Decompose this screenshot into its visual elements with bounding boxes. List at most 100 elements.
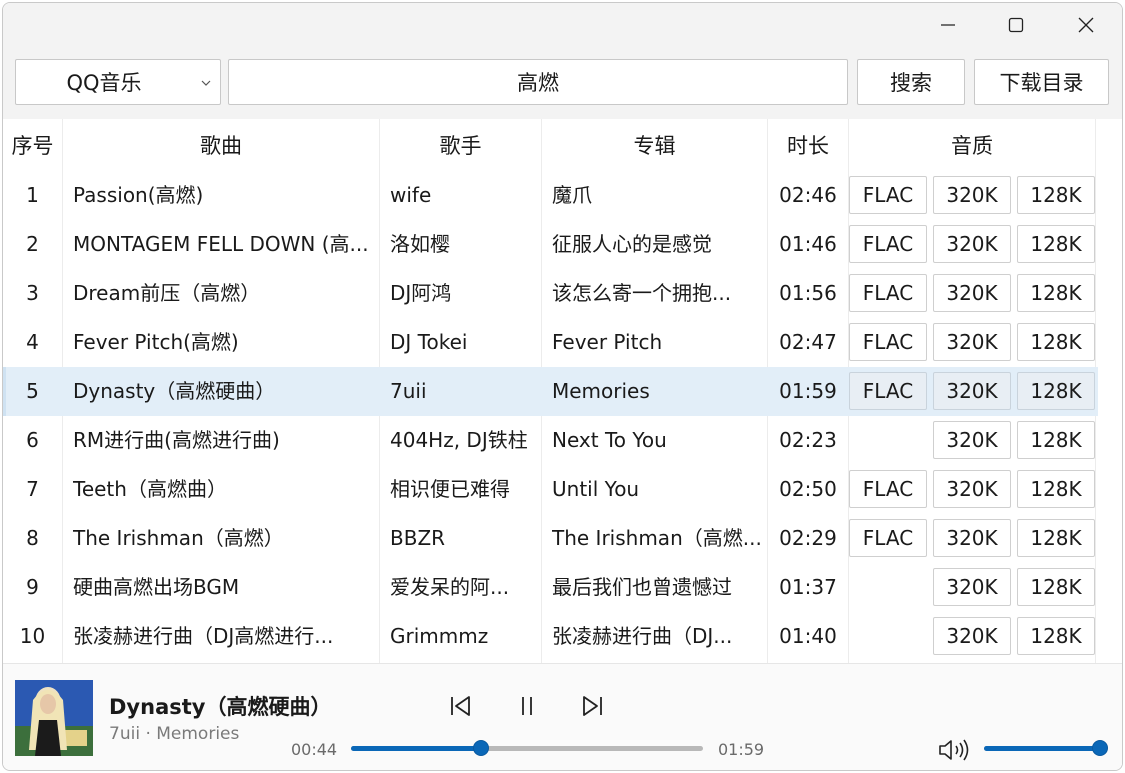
320k-download-button[interactable]: 320K	[933, 225, 1011, 263]
cell-artist: DJ阿鸿	[390, 281, 452, 305]
cell-duration: 01:40	[779, 624, 837, 648]
cell-artist: wife	[390, 183, 432, 207]
cell-artist: BBZR	[390, 526, 446, 550]
table-row[interactable]: 9 硬曲高燃出场BGM 爱发呆的阿... 最后我们也曾遗憾过 01:37 320K 128K	[3, 563, 1098, 612]
table-row[interactable]: 8 The Irishman（高燃） BBZR The Irishman（高燃... 0…	[3, 514, 1098, 563]
cell-album: The Irishman（高燃...	[552, 526, 762, 550]
128k-download-button[interactable]: 128K	[1017, 568, 1095, 606]
flac-download-button[interactable]: FLAC	[849, 176, 927, 214]
header-song[interactable]: 歌曲	[63, 119, 379, 171]
skip-next-icon[interactable]	[580, 694, 604, 718]
progress-slider[interactable]	[351, 741, 703, 755]
flac-download-button[interactable]: FLAC	[849, 519, 927, 557]
table-row[interactable]: 2 MONTAGEM FELL DOWN (高... 洛如樱 征服人心的是感觉 01:4…	[3, 220, 1098, 269]
cell-song: The Irishman（高燃）	[73, 526, 284, 550]
cell-song: MONTAGEM FELL DOWN (高...	[73, 232, 369, 256]
total-time: 01:59	[718, 740, 765, 759]
volume-slider[interactable]	[984, 741, 1107, 755]
128k-download-button[interactable]: 128K	[1017, 176, 1095, 214]
now-playing-title: Dynasty（高燃硬曲）	[109, 695, 332, 719]
320k-download-button[interactable]: 320K	[933, 470, 1011, 508]
cell-song: Dynasty（高燃硬曲）	[73, 379, 276, 403]
header-artist[interactable]: 歌手	[380, 119, 541, 171]
cell-index: 1	[26, 183, 39, 207]
table-row[interactable]: 10 张凌赫进行曲（DJ高燃进行... Grimmmz 张凌赫进行曲（DJ... 01:…	[3, 612, 1098, 661]
128k-download-button[interactable]: 128K	[1017, 323, 1095, 361]
128k-download-button[interactable]: 128K	[1017, 617, 1095, 655]
128k-download-button[interactable]: 128K	[1017, 519, 1095, 557]
table-row[interactable]: 5 Dynasty（高燃硬曲） 7uii Memories 01:59 FLAC 320K 1…	[3, 367, 1098, 416]
cell-duration: 01:56	[779, 281, 837, 305]
cell-artist: 爱发呆的阿...	[390, 575, 510, 599]
cell-duration: 02:23	[779, 428, 837, 452]
minimize-button[interactable]	[925, 3, 971, 47]
close-button[interactable]	[1063, 3, 1109, 47]
table-row[interactable]: 6 RM进行曲(高燃进行曲) 404Hz, DJ铁柱 Next To You 02:23…	[3, 416, 1098, 465]
cell-artist: DJ Tokei	[390, 330, 468, 354]
minimize-icon	[941, 24, 955, 26]
128k-download-button[interactable]: 128K	[1017, 225, 1095, 263]
cell-song: 张凌赫进行曲（DJ高燃进行...	[73, 624, 334, 648]
source-select-value: QQ音乐	[66, 71, 142, 95]
header-quality[interactable]: 音质	[849, 119, 1095, 171]
download-dir-button[interactable]: 下载目录	[974, 59, 1109, 105]
flac-download-button[interactable]: FLAC	[849, 323, 927, 361]
now-playing-subtitle: 7uii · Memories	[109, 724, 240, 744]
flac-download-button[interactable]: FLAC	[849, 274, 927, 312]
elapsed-time: 00:44	[291, 740, 338, 759]
cell-song: Teeth（高燃曲）	[73, 477, 227, 501]
320k-download-button[interactable]: 320K	[933, 372, 1011, 410]
cell-index: 5	[26, 379, 39, 403]
cell-album: 魔爪	[552, 183, 592, 207]
album-cover[interactable]	[15, 680, 93, 756]
table-row[interactable]: 7 Teeth（高燃曲） 相识便已难得 Until You 02:50 FLAC 320K 1…	[3, 465, 1098, 514]
cell-index: 10	[19, 624, 46, 648]
cell-album: Fever Pitch	[552, 330, 663, 354]
table-row[interactable]: 3 Dream前压（高燃） DJ阿鸿 该怎么寄一个拥抱... 01:56 FLAC 320K…	[3, 269, 1098, 318]
header-duration[interactable]: 时长	[768, 119, 848, 171]
search-input[interactable]: 高燃	[228, 59, 848, 105]
source-select[interactable]: QQ音乐	[15, 59, 221, 105]
cell-album: Until You	[552, 477, 640, 501]
cell-index: 6	[26, 428, 39, 452]
cell-duration: 02:29	[779, 526, 837, 550]
128k-download-button[interactable]: 128K	[1017, 470, 1095, 508]
pause-icon[interactable]	[515, 694, 539, 718]
results-table: 序号 歌曲 歌手 专辑 时长 音质 1 Passion(高燃) wife 魔爪 02:4…	[3, 119, 1122, 663]
header-album[interactable]: 专辑	[542, 119, 767, 171]
volume-icon[interactable]	[937, 737, 971, 763]
cell-song: Passion(高燃)	[73, 183, 204, 207]
320k-download-button[interactable]: 320K	[933, 323, 1011, 361]
progress-thumb[interactable]	[474, 741, 489, 755]
cell-album: 张凌赫进行曲（DJ...	[552, 624, 733, 648]
table-row[interactable]: 1 Passion(高燃) wife 魔爪 02:46 FLAC 320K 128K	[3, 171, 1098, 220]
128k-download-button[interactable]: 128K	[1017, 372, 1095, 410]
320k-download-button[interactable]: 320K	[933, 421, 1011, 459]
320k-download-button[interactable]: 320K	[933, 519, 1011, 557]
128k-download-button[interactable]: 128K	[1017, 421, 1095, 459]
skip-previous-icon[interactable]	[449, 694, 473, 718]
cell-index: 4	[26, 330, 39, 354]
320k-download-button[interactable]: 320K	[933, 274, 1011, 312]
flac-download-button[interactable]: FLAC	[849, 470, 927, 508]
player-bar: Dynasty（高燃硬曲） 7uii · Memories 00:44 01:5…	[3, 663, 1122, 770]
128k-download-button[interactable]: 128K	[1017, 274, 1095, 312]
flac-download-button[interactable]: FLAC	[849, 372, 927, 410]
320k-download-button[interactable]: 320K	[933, 176, 1011, 214]
header-index[interactable]: 序号	[3, 119, 62, 171]
search-button[interactable]: 搜索	[857, 59, 965, 105]
cell-duration: 02:46	[779, 183, 837, 207]
cell-artist: 洛如樱	[390, 232, 450, 256]
cell-artist: Grimmmz	[390, 624, 489, 648]
320k-download-button[interactable]: 320K	[933, 617, 1011, 655]
volume-thumb[interactable]	[1093, 741, 1107, 755]
cell-song: Fever Pitch(高燃)	[73, 330, 239, 354]
cell-album: Memories	[552, 379, 650, 403]
cell-artist: 相识便已难得	[390, 477, 510, 501]
table-row[interactable]: 4 Fever Pitch(高燃) DJ Tokei Fever Pitch 02:47…	[3, 318, 1098, 367]
320k-download-button[interactable]: 320K	[933, 568, 1011, 606]
flac-download-button[interactable]: FLAC	[849, 225, 927, 263]
chevron-down-icon	[201, 80, 211, 86]
cell-duration: 02:47	[779, 330, 837, 354]
maximize-button[interactable]	[993, 3, 1039, 47]
